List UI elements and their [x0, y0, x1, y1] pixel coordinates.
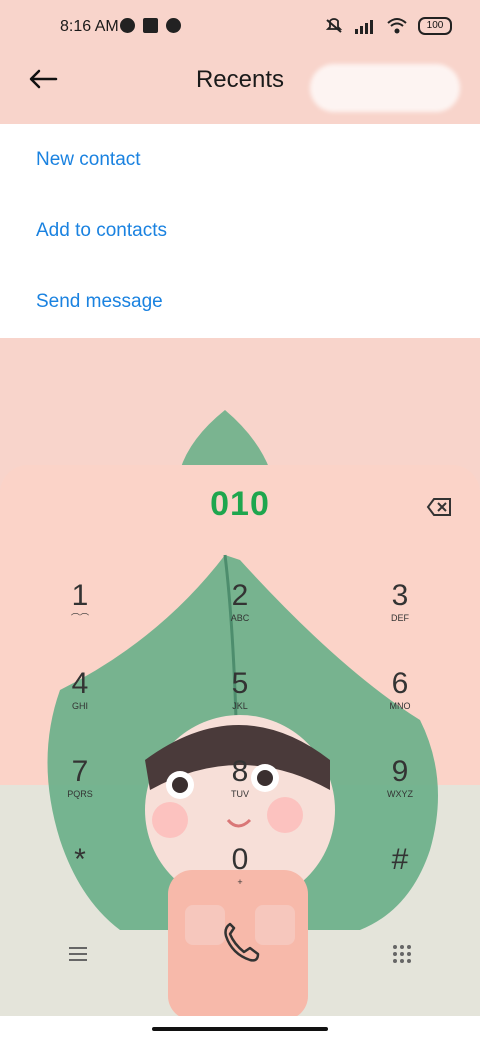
- key-1[interactable]: 1 ⌒⌒: [35, 580, 125, 640]
- send-message-button[interactable]: Send message: [36, 282, 163, 322]
- key-2[interactable]: 2 ABC: [195, 580, 285, 640]
- app-icon: [120, 18, 135, 33]
- key-5[interactable]: 5 JKL: [195, 668, 285, 728]
- home-indicator[interactable]: [152, 1027, 328, 1031]
- dialed-number: 010: [210, 485, 270, 523]
- square-icon: [143, 18, 158, 33]
- key-4[interactable]: 4 GHI: [35, 668, 125, 728]
- mute-icon: [325, 18, 343, 33]
- wifi-icon: [387, 18, 407, 34]
- new-contact-button[interactable]: New contact: [36, 140, 141, 180]
- cloud-decoration: [310, 64, 460, 112]
- status-time: 8:16 AM: [60, 18, 119, 35]
- system-nav-bar: [0, 1016, 480, 1040]
- key-hash[interactable]: #: [355, 844, 445, 904]
- key-8[interactable]: 8 TUV: [195, 756, 285, 816]
- key-6[interactable]: 6 MNO: [355, 668, 445, 728]
- key-3[interactable]: 3 DEF: [355, 580, 445, 640]
- backspace-icon[interactable]: [426, 497, 452, 517]
- key-star[interactable]: *: [35, 844, 125, 904]
- battery: 100: [418, 17, 452, 35]
- status-bar: 8:16 AM 100: [0, 0, 480, 56]
- key-9[interactable]: 9 WXYZ: [355, 756, 445, 816]
- menu-icon[interactable]: [68, 946, 88, 962]
- status-icons-left: [120, 18, 181, 33]
- app-icon: [166, 18, 181, 33]
- key-0[interactable]: 0 +: [195, 844, 285, 904]
- context-menu: New contact Add to contacts Send message: [0, 124, 480, 338]
- key-7[interactable]: 7 PQRS: [35, 756, 125, 816]
- signal-icon: [355, 20, 373, 34]
- call-button[interactable]: [220, 920, 260, 964]
- voicemail-icon: ⌒⌒: [70, 613, 89, 623]
- status-icons-right: 100: [324, 17, 452, 35]
- add-to-contacts-button[interactable]: Add to contacts: [36, 211, 167, 251]
- dialpad-icon[interactable]: [392, 944, 412, 964]
